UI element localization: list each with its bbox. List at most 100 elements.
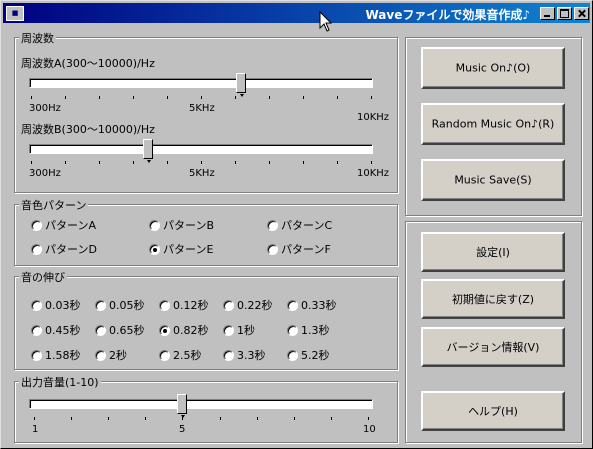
freq-b-tick xyxy=(65,161,66,164)
freq-b-tick xyxy=(167,161,168,164)
duration-radio-10[interactable]: 1.58秒 xyxy=(31,347,81,363)
maximize-button[interactable] xyxy=(557,7,572,20)
freq-a-tick xyxy=(167,96,168,99)
radio-indicator xyxy=(149,244,160,255)
freq-a-label: 周波数A(300〜10000)/Hz xyxy=(21,57,155,70)
freq-b-slider-thumb[interactable] xyxy=(142,139,153,163)
volume-slider-track[interactable] xyxy=(29,399,373,409)
freq-a-tick xyxy=(269,96,270,99)
close-button[interactable] xyxy=(574,7,589,20)
app-icon[interactable]: ■ xyxy=(6,6,24,21)
duration-radio-9[interactable]: 1.3秒 xyxy=(287,322,330,338)
timbre-radio-label: パターンF xyxy=(281,243,331,256)
duration-radio-1[interactable]: 0.05秒 xyxy=(95,297,145,313)
freq-b-mid-label: 5KHz xyxy=(189,168,215,179)
freq-a-max-label: 10KHz xyxy=(357,112,390,123)
radio-indicator xyxy=(95,300,106,311)
timbre-radio-4[interactable]: パターンE xyxy=(149,241,213,257)
freq-b-max-label: 10KHz xyxy=(357,168,390,179)
freq-b-tick xyxy=(201,161,202,164)
duration-radio-0[interactable]: 0.03秒 xyxy=(31,297,81,313)
random-music-on-label: Random Music On♪(R) xyxy=(431,117,555,131)
freq-a-tick xyxy=(133,96,134,99)
freq-b-slider-track[interactable] xyxy=(29,144,373,154)
duration-radio-4[interactable]: 0.33秒 xyxy=(287,297,337,313)
freq-b-tick xyxy=(303,161,304,164)
radio-indicator xyxy=(95,325,106,336)
freq-b-tick xyxy=(133,161,134,164)
volume-tick xyxy=(294,417,295,420)
duration-radio-label: 3.3秒 xyxy=(237,349,266,362)
music-on-label: Music On♪(O) xyxy=(455,61,531,75)
duration-radio-14[interactable]: 5.2秒 xyxy=(287,347,330,363)
volume-group: 出力音量(1-10) xyxy=(14,374,398,443)
music-on-button[interactable]: Music On♪(O) xyxy=(421,47,565,89)
radio-indicator xyxy=(31,325,42,336)
freq-a-tick xyxy=(65,96,66,99)
volume-legend: 出力音量(1-10) xyxy=(19,374,101,390)
volume-tick xyxy=(145,417,146,420)
timbre-radio-2[interactable]: パターンC xyxy=(267,217,332,233)
duration-radio-11[interactable]: 2秒 xyxy=(95,347,127,363)
help-button[interactable]: ヘルプ(H) xyxy=(421,391,565,431)
app-window: ■ Waveファイルで効果音作成♪ 周波数 周波数A(300〜10000)/Hz… xyxy=(0,0,593,449)
duration-radio-label: 0.05秒 xyxy=(109,299,145,312)
duration-radio-label: 0.45秒 xyxy=(45,324,81,337)
radio-indicator xyxy=(31,244,42,255)
radio-indicator xyxy=(287,350,298,361)
timbre-radio-label: パターンA xyxy=(45,219,96,232)
duration-radio-8[interactable]: 1秒 xyxy=(223,322,255,338)
timbre-radio-label: パターンE xyxy=(163,243,214,256)
window-title: Waveファイルで効果音作成♪ xyxy=(365,8,530,22)
freq-a-tick xyxy=(99,96,100,99)
duration-radio-2[interactable]: 0.12秒 xyxy=(159,297,209,313)
duration-legend: 音の伸び xyxy=(19,269,67,285)
help-label: ヘルプ(H) xyxy=(468,405,518,418)
volume-slider-thumb[interactable] xyxy=(177,394,188,418)
duration-radio-label: 0.12秒 xyxy=(173,299,209,312)
duration-radio-3[interactable]: 0.22秒 xyxy=(223,297,273,313)
duration-radio-7[interactable]: 0.82秒 xyxy=(159,322,209,338)
frequency-legend: 周波数 xyxy=(19,30,56,46)
freq-a-slider-thumb[interactable] xyxy=(235,73,246,97)
timbre-radio-0[interactable]: パターンA xyxy=(31,217,96,233)
duration-radio-12[interactable]: 2.5秒 xyxy=(159,347,202,363)
radio-indicator xyxy=(159,350,170,361)
reset-defaults-button[interactable]: 初期値に戻す(Z) xyxy=(421,279,565,319)
duration-radio-6[interactable]: 0.65秒 xyxy=(95,322,145,338)
timbre-radio-3[interactable]: パターンD xyxy=(31,241,97,257)
settings-button[interactable]: 設定(I) xyxy=(421,232,565,272)
duration-radio-label: 2.5秒 xyxy=(173,349,202,362)
duration-radio-label: 1.3秒 xyxy=(301,324,330,337)
radio-indicator xyxy=(149,220,160,231)
volume-max-label: 10 xyxy=(363,424,376,435)
radio-indicator xyxy=(31,300,42,311)
radio-indicator xyxy=(223,350,234,361)
radio-indicator xyxy=(31,350,42,361)
freq-a-mid-label: 5KHz xyxy=(189,103,215,114)
volume-tick xyxy=(182,417,183,420)
freq-a-min-label: 300Hz xyxy=(29,103,61,114)
timbre-radio-label: パターンB xyxy=(163,219,214,232)
duration-radio-5[interactable]: 0.45秒 xyxy=(31,322,81,338)
freq-b-tick xyxy=(371,161,372,164)
freq-b-tick xyxy=(99,161,100,164)
random-music-on-button[interactable]: Random Music On♪(R) xyxy=(421,103,565,145)
title-bar[interactable]: ■ Waveファイルで効果音作成♪ xyxy=(3,3,590,23)
duration-radio-13[interactable]: 3.3秒 xyxy=(223,347,266,363)
freq-b-tick xyxy=(337,161,338,164)
timbre-radio-5[interactable]: パターンF xyxy=(267,241,331,257)
radio-indicator xyxy=(267,220,278,231)
duration-radio-label: 5.2秒 xyxy=(301,349,330,362)
minimize-button[interactable] xyxy=(540,7,555,20)
duration-radio-label: 1秒 xyxy=(237,324,255,337)
freq-a-slider-track[interactable] xyxy=(29,78,373,88)
timbre-radio-1[interactable]: パターンB xyxy=(149,217,214,233)
version-info-button[interactable]: バージョン情報(V) xyxy=(421,327,565,367)
timbre-legend: 音色パターン xyxy=(19,197,89,213)
freq-a-tick xyxy=(337,96,338,99)
music-save-button[interactable]: Music Save(S) xyxy=(421,159,565,201)
volume-tick xyxy=(257,417,258,420)
radio-indicator xyxy=(95,350,106,361)
volume-tick xyxy=(108,417,109,420)
